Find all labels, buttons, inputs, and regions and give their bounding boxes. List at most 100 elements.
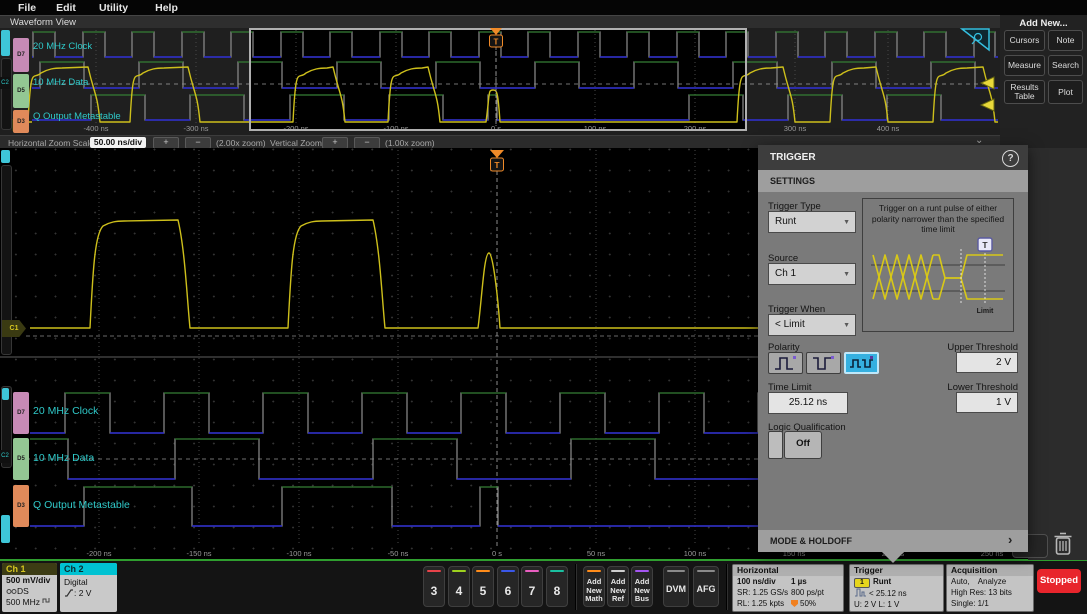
limit-label: Limit	[977, 308, 994, 315]
svg-text:400 ns: 400 ns	[877, 124, 900, 133]
svg-text:-50 ns: -50 ns	[388, 549, 409, 558]
add-results-table-button[interactable]: Results Table	[1004, 80, 1045, 104]
ch4-button[interactable]: 4	[448, 566, 470, 607]
ch6-button[interactable]: 6	[497, 566, 519, 607]
ch2-mode: Digital	[64, 577, 88, 587]
dropdown-arrow-icon: ▼	[843, 322, 850, 329]
trigger-panel: TRIGGER ? SETTINGS Trigger Type Runt ▼ T…	[758, 145, 1028, 563]
panel-pointer	[882, 552, 904, 563]
d3-badge[interactable]: D3	[13, 485, 29, 527]
ch5-button[interactable]: 5	[472, 566, 494, 607]
chevron-right-icon: ›	[1008, 532, 1013, 547]
waveform-view-tab[interactable]: Waveform View	[0, 15, 1000, 28]
trigger-when-value: < Limit	[775, 319, 805, 330]
logic-qualification-off-button[interactable]: Off	[784, 431, 822, 459]
menu-help[interactable]: Help	[155, 2, 178, 14]
d5-badge[interactable]: D5	[13, 438, 29, 480]
trigger-settings-badge[interactable]: Trigger 1 Runt < 25.12 ns U: 2 V L: 1 V	[849, 564, 944, 612]
ch2-position-marker[interactable]: C2	[0, 77, 10, 89]
acquisition-settings-badge[interactable]: Acquisition Auto, Analyze High Res: 13 bi…	[946, 564, 1034, 612]
d3-channel-label: Q Output Metastable	[33, 499, 130, 511]
overview-svg: -400 ns -300 ns -200 ns -100 ns 0 s 100 ns 200…	[27, 28, 998, 133]
digital-scrollbar-top[interactable]	[2, 388, 9, 400]
trash-icon[interactable]	[1052, 531, 1074, 557]
add-cursors-button[interactable]: Cursors	[1004, 30, 1045, 51]
ch7-button[interactable]: 7	[521, 566, 543, 607]
trigger-when-dropdown[interactable]: < Limit ▼	[768, 314, 856, 336]
settings-section-header[interactable]: SETTINGS	[758, 170, 1028, 192]
overview-scroll-track[interactable]	[1, 58, 12, 130]
lower-threshold-field[interactable]: 1 V	[956, 392, 1018, 413]
mode-holdoff-section[interactable]: MODE & HOLDOFF	[758, 530, 1028, 552]
svg-text:-200 ns: -200 ns	[283, 124, 308, 133]
dropdown-arrow-icon: ▼	[843, 219, 850, 226]
ch2-badge[interactable]: Ch 2 Digital : 2 V	[60, 563, 117, 612]
bandwidth-icon	[42, 598, 50, 603]
add-new-bus-button[interactable]: Add New Bus	[631, 566, 653, 607]
d3-channel-label: Q Output Metastable	[33, 111, 121, 122]
ch1-name: Ch 1	[2, 563, 57, 575]
svg-text:T: T	[982, 240, 988, 250]
runt-trigger-diagram: T Limit	[871, 237, 1005, 315]
d5-channel-label: 10 MHz Data	[33, 452, 95, 464]
d5-badge[interactable]: D5	[13, 74, 29, 108]
source-dropdown[interactable]: Ch 1 ▼	[768, 263, 856, 285]
runt-icon	[855, 588, 866, 597]
horizontal-title: Horizontal	[733, 565, 843, 576]
ch1-badge[interactable]: Ch 1 500 mV/div DS 500 MHz	[2, 563, 57, 612]
ch3-button[interactable]: 3	[423, 566, 445, 607]
menu-edit[interactable]: Edit	[56, 2, 76, 14]
digital-scrollbar-bottom[interactable]	[1, 515, 10, 543]
h-zoom-scale-value[interactable]: 50.00 ns/div	[90, 137, 146, 148]
lower-threshold-arrow-icon	[979, 98, 995, 112]
help-icon[interactable]: ?	[1002, 150, 1019, 167]
overview-zoom-icon	[959, 28, 990, 52]
add-new-ref-button[interactable]: Add New Ref	[607, 566, 629, 607]
probe-icon	[6, 589, 17, 594]
stopped-button[interactable]: Stopped	[1037, 569, 1081, 593]
svg-text:50 ns: 50 ns	[587, 549, 606, 558]
h-zoom-factor: (2.00x zoom)	[216, 138, 266, 148]
source-value: Ch 1	[775, 268, 797, 279]
trigger-type-value: Runt	[775, 216, 797, 227]
d7-badge[interactable]: D7	[13, 392, 29, 434]
time-limit-field[interactable]: 25.12 ns	[768, 392, 848, 414]
ch2-threshold-row: : 2 V	[60, 588, 117, 599]
menu-utility[interactable]: Utility	[99, 2, 128, 14]
negative-runt-icon	[812, 356, 834, 370]
polarity-positive-button[interactable]	[768, 352, 803, 374]
analog-scrollbar[interactable]	[1, 150, 10, 163]
bottom-bar: Ch 1 500 mV/div DS 500 MHz Ch 2 Digital	[0, 561, 1087, 614]
add-new-title: Add New...	[1019, 18, 1068, 29]
add-new-math-button[interactable]: Add New Math	[583, 566, 605, 607]
logic-qualification-toggle[interactable]	[768, 431, 783, 459]
overview-scrollbar[interactable]	[1, 30, 10, 56]
v-zoom-factor: (1.00x zoom)	[385, 138, 435, 148]
add-plot-button[interactable]: Plot	[1048, 80, 1083, 104]
menu-file[interactable]: File	[18, 2, 36, 14]
dvm-button[interactable]: DVM	[663, 566, 689, 607]
menu-bar: File Edit Utility Help	[0, 0, 1087, 15]
add-search-button[interactable]: Search	[1048, 55, 1083, 76]
svg-text:300 ns: 300 ns	[784, 124, 807, 133]
svg-text:-200 ns: -200 ns	[86, 549, 111, 558]
right-backdrop	[1028, 148, 1087, 560]
ch2-position-marker[interactable]: C2	[0, 450, 10, 463]
d7-badge[interactable]: D7	[13, 38, 29, 72]
d3-badge[interactable]: D3	[13, 110, 29, 133]
trigger-type-dropdown[interactable]: Runt ▼	[768, 211, 856, 233]
acquisition-title: Acquisition	[947, 565, 1033, 576]
polarity-either-button[interactable]	[844, 352, 879, 374]
overview-waveform-area[interactable]: -400 ns -300 ns -200 ns -100 ns 0 s 100 ns 200…	[0, 28, 1000, 135]
polarity-negative-button[interactable]	[806, 352, 841, 374]
ch8-button[interactable]: 8	[546, 566, 568, 607]
d7-channel-label: 20 MHz Clock	[33, 41, 93, 52]
add-measure-button[interactable]: Measure	[1004, 55, 1045, 76]
add-note-button[interactable]: Note	[1048, 30, 1083, 51]
horizontal-settings-badge[interactable]: Horizontal 100 ns/div 1 µs SR: 1.25 GS/s 8…	[732, 564, 844, 612]
afg-button[interactable]: AFG	[693, 566, 719, 607]
d7-channel-label: 20 MHz Clock	[33, 405, 99, 417]
upper-threshold-field[interactable]: 2 V	[956, 352, 1018, 373]
ch2-name: Ch 2	[60, 563, 117, 575]
divider	[575, 564, 577, 610]
